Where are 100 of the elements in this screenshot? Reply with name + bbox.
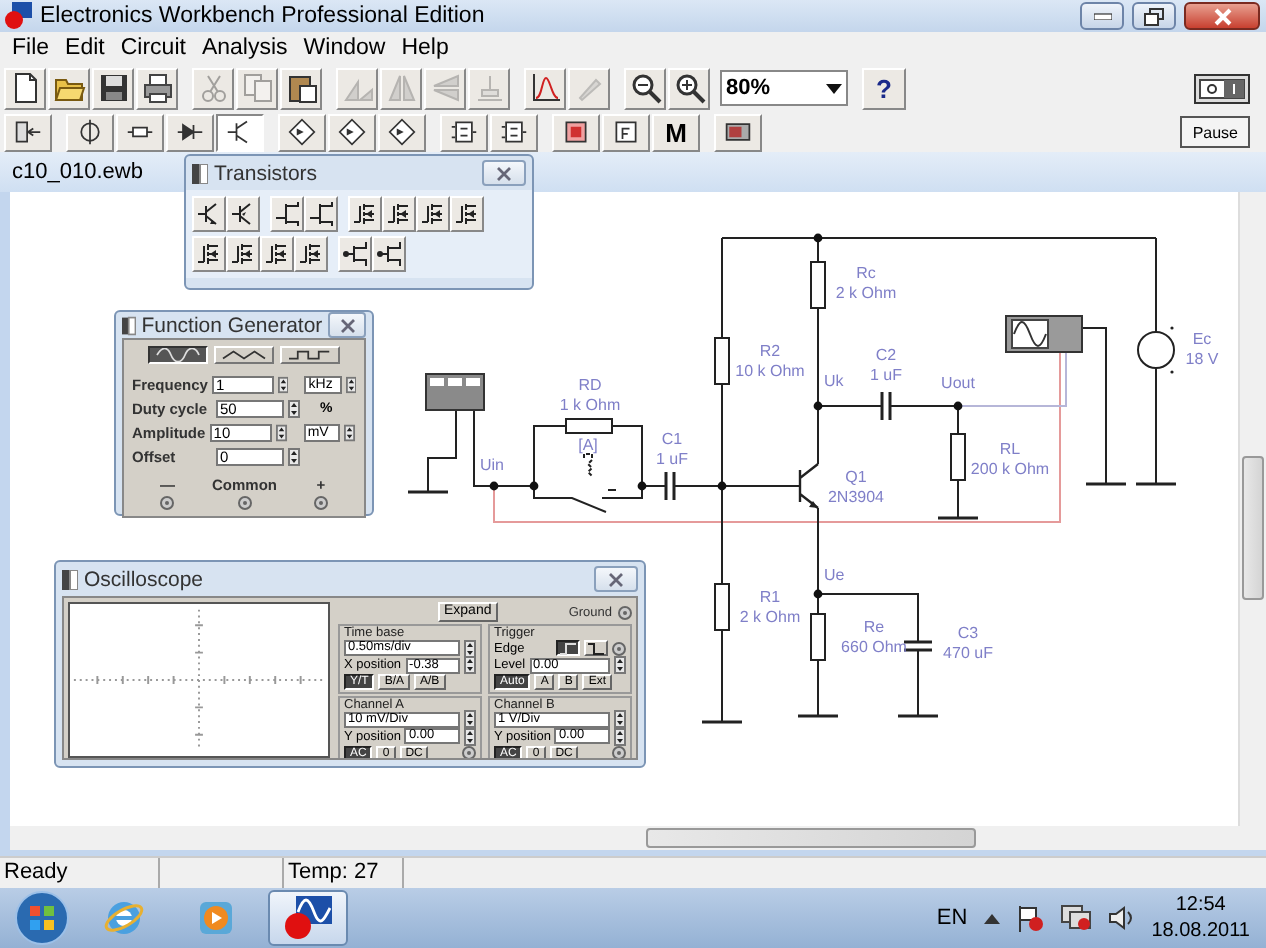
function-generator-icon[interactable] xyxy=(425,373,485,411)
transistor-symbol-icon xyxy=(342,240,368,268)
resistor-symbol xyxy=(950,433,966,481)
zoom-dropdown[interactable]: 80% xyxy=(720,70,848,106)
speaker-icon[interactable] xyxy=(1107,904,1136,932)
junction-dot xyxy=(813,401,823,411)
resistor-symbol xyxy=(714,337,730,385)
spinner-control[interactable] xyxy=(276,423,288,441)
transistor-symbol-icon xyxy=(264,240,290,268)
transistor-symbol-icon xyxy=(420,200,446,228)
menu-item[interactable]: Window xyxy=(295,36,394,60)
rising-edge-icon xyxy=(558,642,578,657)
menu-item[interactable]: File xyxy=(4,36,58,60)
vertical-scrollbar[interactable] xyxy=(1238,192,1266,826)
spinner-control[interactable] xyxy=(288,447,300,465)
toolbar-button[interactable] xyxy=(4,67,46,109)
toolbar-button[interactable] xyxy=(136,67,178,109)
digital-bin-icon xyxy=(388,118,416,146)
network-icon[interactable] xyxy=(1059,904,1092,932)
terminal-icon[interactable] xyxy=(612,641,626,656)
toolbar-button[interactable] xyxy=(668,67,710,109)
menu-item[interactable]: Analysis xyxy=(193,36,296,60)
junction-dot xyxy=(637,481,647,491)
minimize-button[interactable] xyxy=(1080,2,1124,30)
close-button[interactable] xyxy=(1184,2,1260,30)
transistor-button[interactable] xyxy=(382,196,416,232)
node-label: Uk xyxy=(824,372,844,390)
curve-graph-icon xyxy=(529,72,561,104)
help-button[interactable]: ? xyxy=(862,67,906,109)
transistor-symbol-icon xyxy=(196,200,222,228)
restore-button[interactable] xyxy=(1132,2,1176,30)
junction-dot xyxy=(813,233,823,243)
horizontal-scrollbar[interactable] xyxy=(10,826,1266,850)
transistor-button[interactable] xyxy=(294,236,328,272)
transistor-button[interactable] xyxy=(348,196,382,232)
transistor-symbol-icon xyxy=(386,200,412,228)
toolbar-button[interactable] xyxy=(524,67,566,109)
voltage-source-symbol xyxy=(1137,326,1175,374)
terminal-icon[interactable] xyxy=(160,496,175,510)
junction-dot xyxy=(529,481,539,491)
bus-bin-icon xyxy=(14,118,42,146)
window-icon xyxy=(192,163,208,183)
close-button[interactable] xyxy=(328,312,366,338)
edge-button[interactable] xyxy=(556,640,580,657)
close-button[interactable] xyxy=(482,160,526,186)
terminal-icon[interactable] xyxy=(462,746,476,758)
transistor-symbol-icon xyxy=(230,240,256,268)
component-name: R2 xyxy=(759,342,781,360)
transistor-button[interactable] xyxy=(338,236,372,272)
spinner-control[interactable] xyxy=(288,399,300,417)
window-title: Oscilloscope xyxy=(84,567,206,591)
transistor-button[interactable] xyxy=(304,196,338,232)
analog-bin-icon xyxy=(288,118,316,146)
spinner-control[interactable] xyxy=(345,375,356,393)
language-indicator[interactable]: EN xyxy=(936,906,968,930)
terminal-icon[interactable] xyxy=(314,496,328,510)
terminal-icon[interactable] xyxy=(618,605,632,619)
pause-button[interactable]: Pause xyxy=(1180,116,1250,148)
transistor-symbol-icon xyxy=(196,240,222,268)
menu-item[interactable]: Edit xyxy=(57,36,113,60)
start-button[interactable] xyxy=(12,888,72,948)
transistor-button[interactable] xyxy=(226,236,260,272)
waveform-button[interactable] xyxy=(148,346,208,364)
terminal-icon[interactable] xyxy=(237,496,252,510)
close-button[interactable] xyxy=(594,566,638,592)
show-hidden-icons-icon[interactable] xyxy=(983,913,1000,923)
new-file-icon xyxy=(9,72,41,104)
terminal-icon[interactable] xyxy=(612,746,626,758)
spinner-control[interactable] xyxy=(614,656,626,675)
parts-bin-button[interactable] xyxy=(216,113,264,151)
flag-icon[interactable] xyxy=(1015,904,1044,932)
transistor-button[interactable] xyxy=(192,236,226,272)
toolbar-button[interactable] xyxy=(92,67,134,109)
transistor-button[interactable] xyxy=(226,196,260,232)
transistor-button[interactable] xyxy=(260,236,294,272)
sources-bin-icon xyxy=(76,118,104,146)
toolbar-button[interactable] xyxy=(624,67,666,109)
flip-horizontal-icon xyxy=(385,72,417,104)
transistor-button[interactable] xyxy=(416,196,450,232)
toolbar-button[interactable] xyxy=(48,67,90,109)
spinner-control[interactable] xyxy=(344,423,356,441)
menu-item[interactable]: Help xyxy=(393,36,457,60)
transistor-button[interactable] xyxy=(192,196,226,232)
spinner-control[interactable] xyxy=(277,375,289,393)
transistor-button[interactable] xyxy=(270,196,304,232)
toolbar-button[interactable] xyxy=(280,67,322,109)
transistor-symbol-icon xyxy=(352,200,378,228)
transistor-button[interactable] xyxy=(450,196,484,232)
taskbar-button[interactable] xyxy=(268,890,348,946)
component-value: 2N3904 xyxy=(827,488,885,506)
close-icon xyxy=(496,165,512,181)
parts-bin-button[interactable]: M xyxy=(652,113,700,151)
browser-icon xyxy=(102,896,146,940)
oscilloscope-icon[interactable] xyxy=(1005,315,1083,353)
component-value: 10 k Ohm xyxy=(735,362,805,380)
edge-button[interactable] xyxy=(584,640,608,657)
menu-item[interactable]: Circuit xyxy=(112,36,194,60)
power-switch[interactable] xyxy=(1194,73,1250,103)
clock[interactable]: 12:54 18.08.2011 xyxy=(1151,892,1250,944)
transistor-button[interactable] xyxy=(372,236,406,272)
